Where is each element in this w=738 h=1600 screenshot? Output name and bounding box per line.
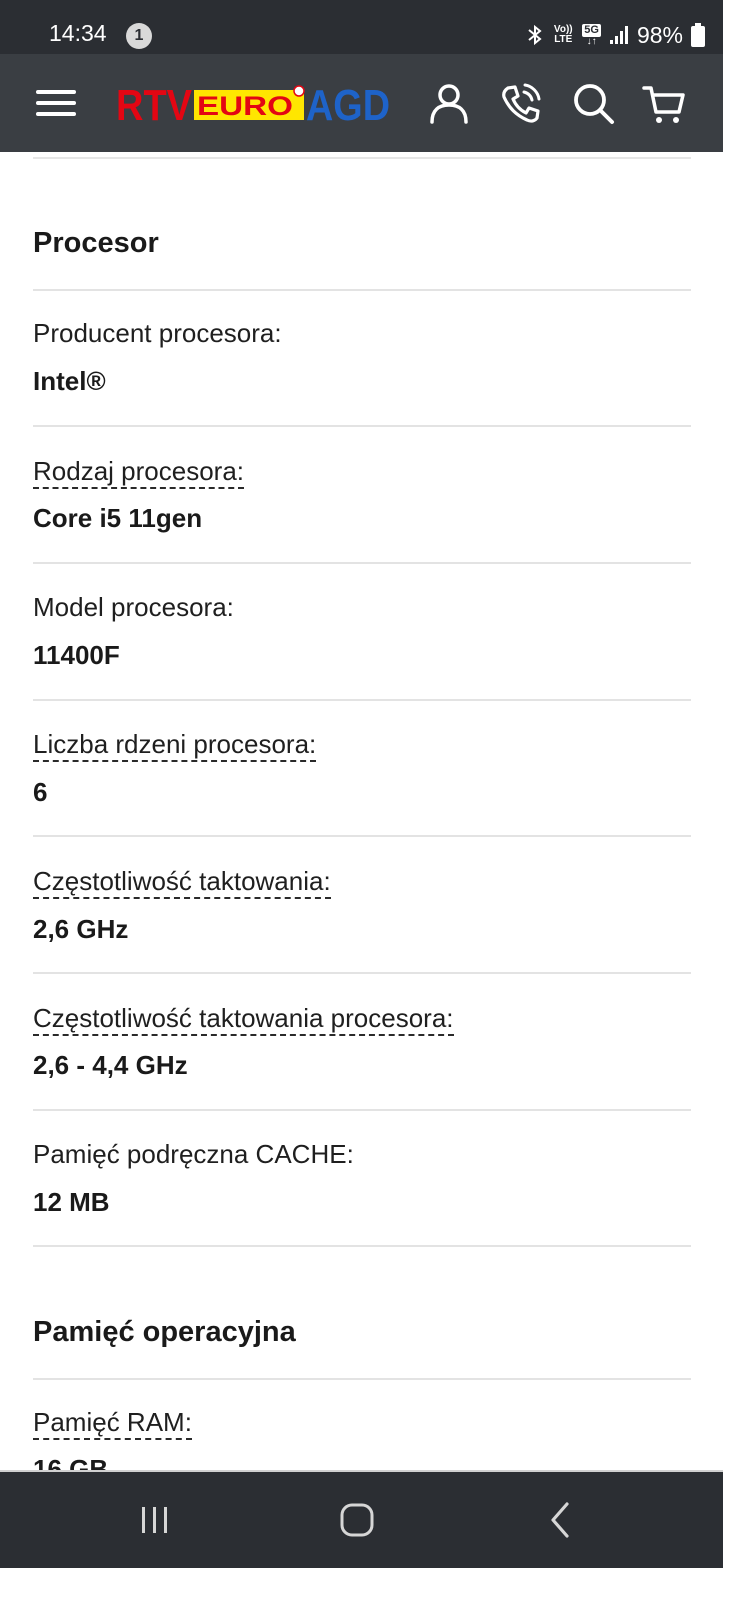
- spec-label-cpu-clock-range[interactable]: Częstotliwość taktowania procesora:: [33, 1003, 454, 1036]
- row-divider: [33, 425, 691, 427]
- logo-euro: EURO: [197, 91, 293, 121]
- spec-value-cpu-cores: 6: [33, 777, 48, 807]
- row-divider: [33, 289, 691, 291]
- spec-label-cache: Pamięć podręczna CACHE:: [33, 1139, 354, 1169]
- spec-value-cpu-manufacturer: Intel®: [33, 366, 106, 396]
- spec-value-cpu-model: 11400F: [33, 640, 120, 670]
- logo-agd: AGD: [306, 81, 390, 126]
- spec-label-cpu-cores[interactable]: Liczba rdzeni procesora:: [33, 729, 317, 762]
- menu-button[interactable]: [36, 88, 76, 118]
- rtveuroagd-logo[interactable]: RTV EURO AGD: [116, 80, 392, 126]
- battery-icon: [691, 23, 705, 47]
- row-divider: [33, 562, 691, 564]
- recents-button[interactable]: [95, 1472, 215, 1568]
- search-icon[interactable]: [570, 80, 616, 126]
- spec-value-cache: 12 MB: [33, 1187, 110, 1217]
- spec-value-cpu-type: Core i5 11gen: [33, 503, 203, 533]
- spec-value-ram: 16 GB: [33, 1454, 109, 1470]
- spec-label-cpu-manufacturer: Producent procesora:: [33, 318, 282, 348]
- network-label: 5G: [582, 23, 601, 37]
- row-divider: [33, 699, 691, 701]
- row-divider: [33, 1109, 691, 1111]
- cart-icon[interactable]: [641, 80, 687, 126]
- user-icon[interactable]: [426, 80, 472, 126]
- content-divider: [33, 157, 691, 159]
- home-button[interactable]: [297, 1472, 417, 1568]
- spec-value-cpu-clock-range: 2,6 - 4,4 GHz: [33, 1050, 188, 1080]
- signal-icon: [609, 26, 628, 44]
- system-nav-bar: [0, 1472, 723, 1568]
- notification-count-badge: 1: [126, 23, 152, 49]
- spec-label-clock-speed[interactable]: Częstotliwość taktowania:: [33, 866, 331, 899]
- recents-icon: [142, 1507, 167, 1533]
- phone-icon[interactable]: [498, 80, 544, 126]
- data-arrows-icon: ↓↑: [586, 35, 597, 47]
- volte-indicator: Vo)) LTE: [553, 24, 573, 45]
- back-icon: [551, 1502, 569, 1538]
- row-divider: [33, 972, 691, 974]
- spec-value-clock-speed: 2,6 GHz: [33, 914, 129, 944]
- spec-label-cpu-type[interactable]: Rodzaj procesora:: [33, 456, 244, 489]
- status-icons: Vo)) LTE 5G ↓↑ 98%: [526, 18, 705, 52]
- network-5g-indicator: 5G ↓↑: [582, 23, 601, 47]
- section-title-memory: Pamięć operacyjna: [33, 1316, 296, 1348]
- bluetooth-icon: [528, 24, 542, 46]
- row-divider: [33, 835, 691, 837]
- status-time: 14:34: [49, 20, 107, 46]
- home-icon: [340, 1503, 374, 1537]
- logo-rtv: RTV: [116, 81, 193, 126]
- spec-label-cpu-model: Model procesora:: [33, 592, 234, 622]
- status-bar: 14:34 1 Vo)) LTE 5G ↓↑ 98%: [0, 0, 723, 54]
- row-divider: [33, 1245, 691, 1247]
- section-title-processor: Procesor: [33, 227, 159, 259]
- battery-percent: 98%: [636, 21, 683, 48]
- spec-label-ram[interactable]: Pamięć RAM:: [33, 1407, 192, 1440]
- back-button[interactable]: [500, 1472, 620, 1568]
- menu-icon: [36, 90, 76, 94]
- row-divider: [33, 1378, 691, 1380]
